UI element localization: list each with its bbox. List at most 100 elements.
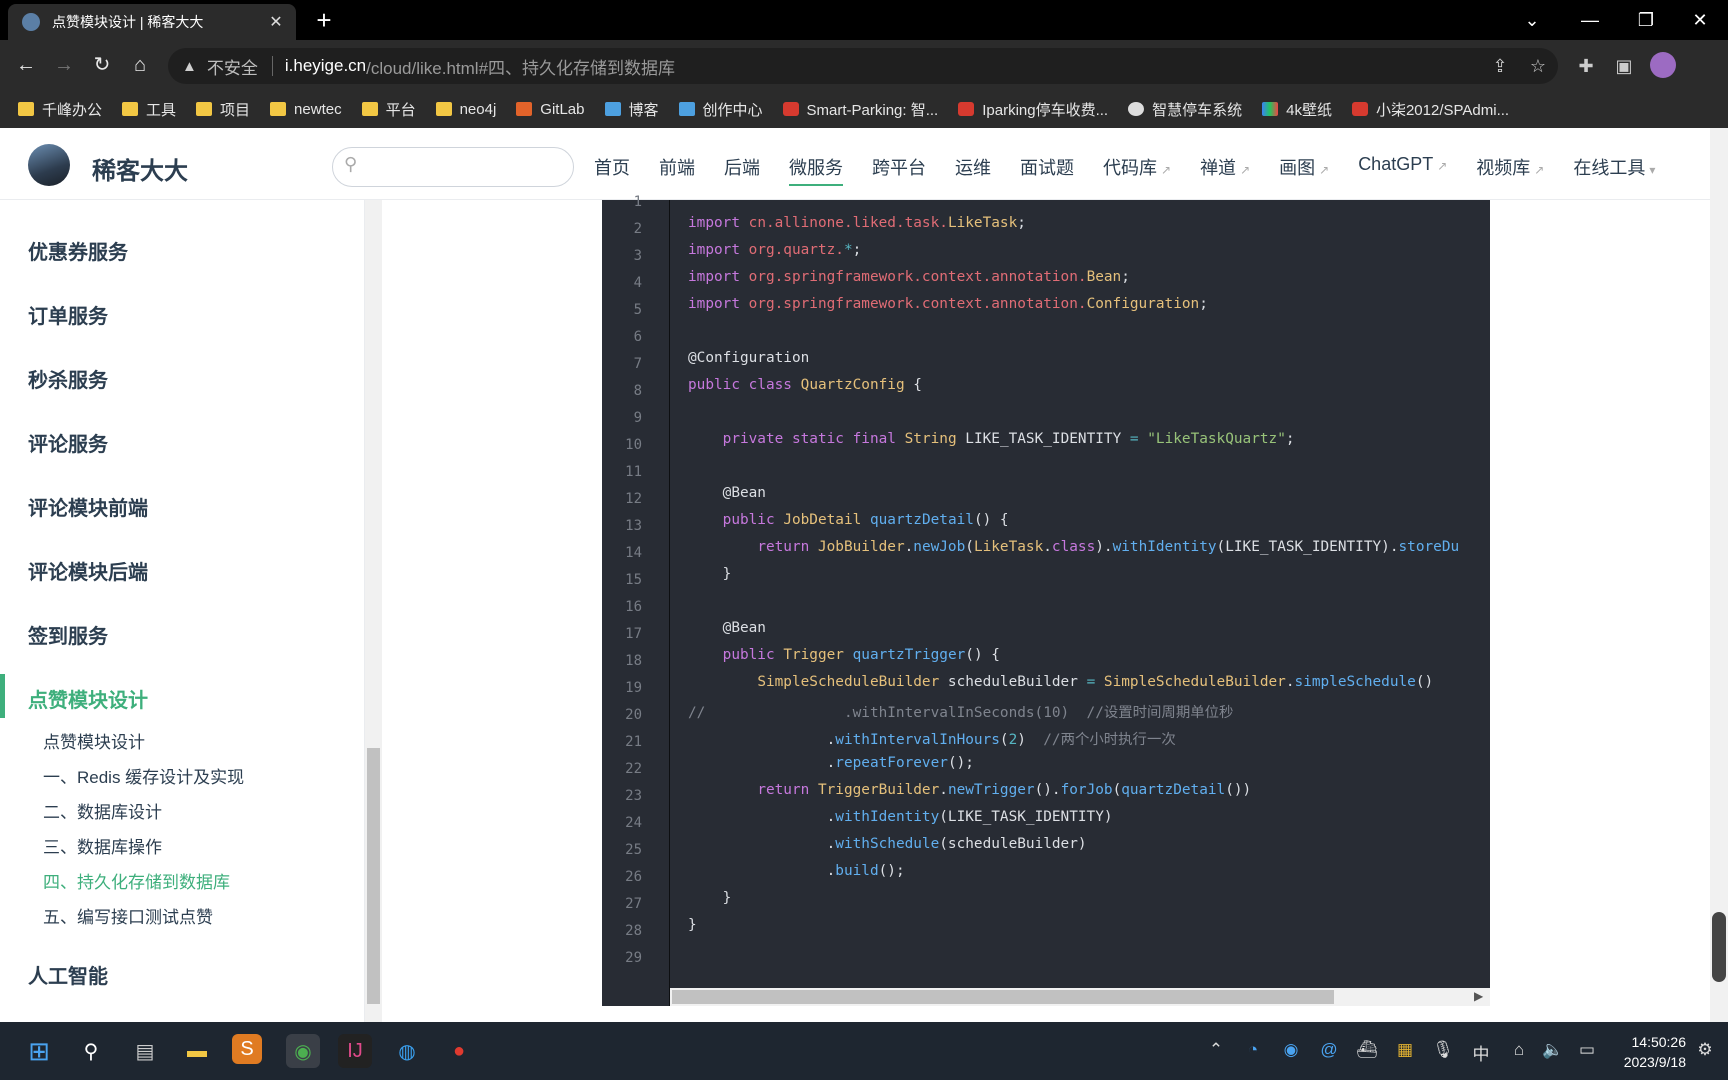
bookmark-item[interactable]: 工具 (122, 99, 176, 120)
sidebar-group[interactable]: 签到服务 (28, 620, 108, 649)
home-icon[interactable]: ⌂ (124, 52, 156, 78)
tray-chevron-icon[interactable]: ⌃ (1205, 1040, 1227, 1060)
task-view-icon[interactable]: ▤ (128, 1034, 162, 1068)
bookmark-item[interactable]: 博客 (604, 99, 659, 120)
start-icon[interactable]: ⊞ (22, 1034, 56, 1068)
intellij-icon[interactable]: IJ (338, 1034, 372, 1068)
address-bar[interactable]: ▲ 不安全 i.heyige.cn /cloud/like.html#四、持久化… (168, 48, 1558, 84)
external-link-icon: ↗ (1161, 163, 1172, 177)
bookmark-item[interactable]: 智慧停车系统 (1128, 99, 1242, 120)
sidebar-group[interactable]: 优惠券服务 (28, 236, 128, 265)
bookmark-item[interactable]: 千峰办公 (18, 99, 102, 120)
tray-docker-icon[interactable]: ⛴ (1356, 1040, 1378, 1060)
tab-search-chevron-icon[interactable]: ⌄ (1512, 6, 1552, 34)
nav-item[interactable]: 视频库 ↗ (1476, 154, 1544, 186)
tray-app-icon[interactable]: ◉ (1280, 1040, 1302, 1060)
nav-item[interactable]: 代码库 ↗ (1103, 154, 1171, 186)
nav-item[interactable]: 禅道 ↗ (1200, 154, 1250, 186)
tray-app-icon[interactable]: ▦ (1394, 1040, 1416, 1060)
sidebar-group[interactable]: 订单服务 (28, 300, 108, 329)
chrome-icon[interactable]: ◉ (286, 1034, 320, 1068)
scroll-right-icon[interactable]: ▶ (1474, 989, 1483, 1003)
bookmark-star-icon[interactable]: ☆ (1526, 56, 1550, 77)
bookmark-item[interactable]: 平台 (361, 99, 416, 120)
code-line: return JobBuilder.newJob(LikeTask.class)… (757, 539, 1460, 555)
bookmark-item[interactable]: Smart-Parking: 智... (782, 99, 938, 120)
sidebar: 优惠券服务 订单服务 秒杀服务 评论服务 评论模块前端 评论模块后端 签到服务 点赞模块设计人… (0, 200, 365, 1022)
bookmark-item[interactable]: newtec (270, 101, 342, 118)
nav-item[interactable]: 面试题 (1020, 154, 1074, 186)
sidebar-group[interactable]: 点赞模块设计 (28, 684, 148, 713)
recorder-icon[interactable]: ● (442, 1034, 476, 1068)
notification-icon[interactable]: ⚙ (1694, 1040, 1716, 1060)
share-icon[interactable]: ⇪ (1488, 56, 1512, 77)
clock[interactable]: 14:50:26 2023/9/18 (1614, 1032, 1686, 1072)
back-icon[interactable]: ← (10, 52, 42, 78)
profile-avatar[interactable] (1650, 52, 1676, 78)
bookmark-item[interactable]: 小柒2012/SPAdmi... (1351, 99, 1509, 120)
sidebar-group[interactable]: 人工智能 (28, 960, 108, 989)
bookmark-item[interactable]: 项目 (196, 99, 250, 120)
search-input[interactable] (332, 147, 574, 187)
file-explorer-icon[interactable]: ▬ (180, 1034, 214, 1068)
bookmark-item[interactable]: Iparking停车收费... (958, 99, 1108, 120)
site-name[interactable]: 稀客大大 (92, 151, 188, 186)
sidebar-sub-item[interactable]: 三、数据库操作 (43, 833, 162, 858)
bookmark-label: 智慧停车系统 (1152, 101, 1243, 119)
network-icon[interactable]: ⌂ (1508, 1040, 1530, 1060)
reload-icon[interactable]: ↻ (86, 52, 118, 78)
new-tab-button[interactable]: + (310, 6, 338, 34)
sidebar-sub-item[interactable]: 一、Redis 缓存设计及实现 (43, 763, 244, 788)
sidebar-sub-item[interactable]: 五、编写接口测试点赞 (43, 903, 213, 928)
bookmark-item[interactable]: neo4j (435, 101, 496, 118)
sidebar-group[interactable]: 秒杀服务 (28, 364, 108, 393)
nav-item[interactable]: 微服务 (789, 154, 843, 186)
sidebar-group[interactable]: 评论服务 (28, 428, 108, 457)
nav-item[interactable]: ChatGPT ↗ (1358, 154, 1447, 186)
taskbar-search-icon[interactable]: ⚲ (74, 1034, 108, 1068)
nav-item[interactable]: 前端 (659, 154, 695, 186)
code-scroll-thumb[interactable] (672, 990, 1334, 1004)
nav-item[interactable]: 运维 (955, 154, 991, 186)
nav-item[interactable]: 首页 (594, 154, 630, 186)
site-logo[interactable] (28, 144, 70, 186)
line-number: 5 (633, 302, 642, 318)
side-panel-icon[interactable]: ▣ (1612, 56, 1636, 77)
sidebar-group[interactable]: 评论模块前端 (28, 492, 148, 521)
line-number: 20 (625, 707, 642, 723)
page-scrollbar[interactable] (1710, 128, 1728, 1022)
tab-close-icon[interactable]: ✕ (264, 12, 288, 32)
bookmark-item[interactable]: 创作中心 (678, 99, 763, 120)
code-line: .build(); (688, 863, 905, 879)
page-scroll-thumb[interactable] (1712, 912, 1726, 982)
sidebar-sub-item[interactable]: 二、数据库设计 (43, 798, 162, 823)
sidebar-sub-item[interactable]: 四、持久化存储到数据库 (43, 868, 230, 893)
ime-indicator[interactable]: 中 (1470, 1040, 1492, 1065)
battery-icon[interactable]: ▭ (1576, 1040, 1598, 1060)
browser-tab[interactable]: 点赞模块设计 | 稀客大大 ✕ (8, 4, 296, 40)
nav-item[interactable]: 在线工具 ▾ (1573, 154, 1655, 186)
volume-icon[interactable]: 🔈 (1542, 1040, 1564, 1060)
sidebar-sub-item[interactable]: 点赞模块设计 (43, 728, 145, 753)
tray-at-icon[interactable]: @ (1318, 1040, 1340, 1060)
nav-item[interactable]: 后端 (724, 154, 760, 186)
nav-item[interactable]: 画图 ↗ (1279, 154, 1329, 186)
code-line: import org.quartz.*; (688, 242, 862, 258)
minimize-icon[interactable]: — (1570, 6, 1610, 34)
forward-icon[interactable]: → (48, 52, 80, 78)
bookmark-label: 千峰办公 (42, 101, 103, 119)
restore-icon[interactable]: ❐ (1626, 6, 1666, 34)
extensions-icon[interactable]: ✚ (1574, 56, 1598, 77)
microphone-icon[interactable]: 🎙 (1432, 1040, 1454, 1060)
tray-app-icon[interactable]: ◔ (1242, 1040, 1264, 1060)
sublime-text-icon[interactable]: S (232, 1034, 262, 1064)
sidebar-group[interactable]: 评论模块后端 (28, 556, 148, 585)
bookmark-item[interactable]: 4k壁纸 (1262, 99, 1332, 120)
close-window-icon[interactable]: ✕ (1680, 6, 1720, 34)
nav-item[interactable]: 跨平台 (872, 154, 926, 186)
sidebar-scroll-thumb[interactable] (367, 748, 380, 1004)
browser-app-icon[interactable]: ◍ (390, 1034, 424, 1068)
external-link-icon: ↗ (1240, 163, 1251, 177)
bookmark-label: 博客 (628, 101, 659, 119)
bookmark-item[interactable]: GitLab (516, 101, 585, 118)
